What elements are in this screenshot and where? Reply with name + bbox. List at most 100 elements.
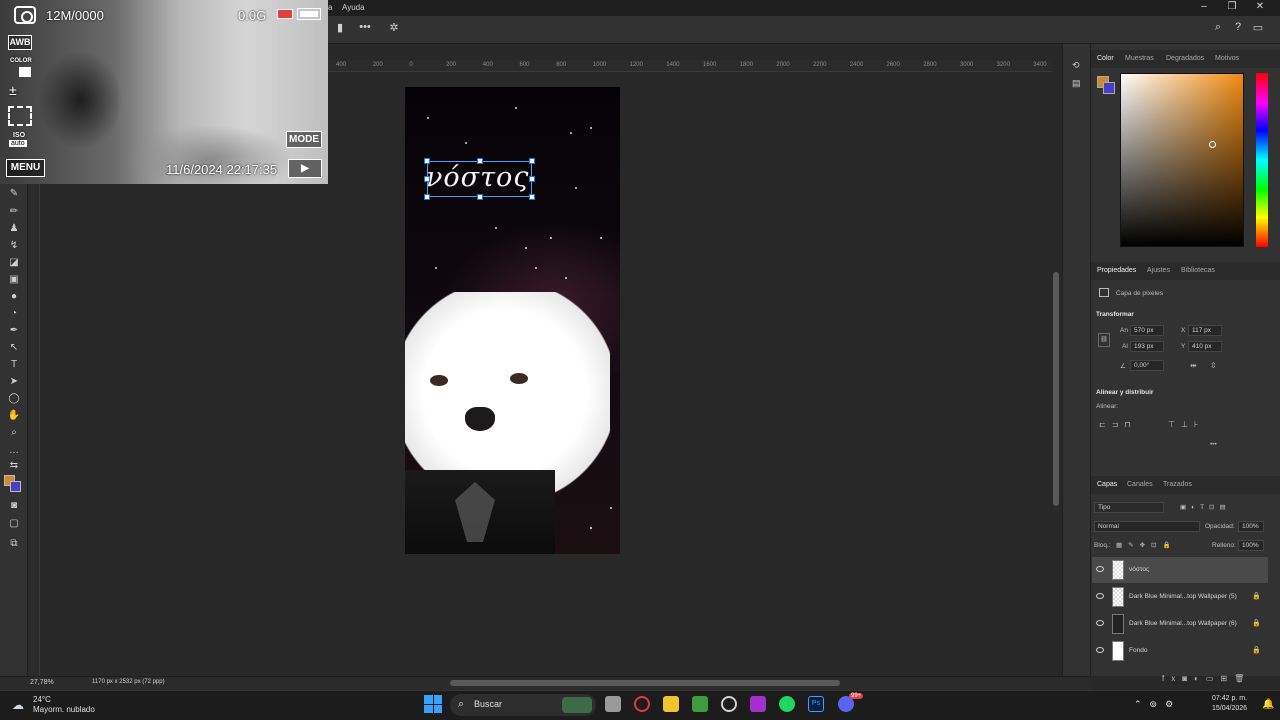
zoom-level[interactable]: 27,78% <box>30 679 54 686</box>
opacity-field[interactable]: 100% <box>1238 521 1264 532</box>
background-color-chip[interactable] <box>1103 82 1115 94</box>
menu-item-partial[interactable]: a <box>328 3 332 12</box>
transform-bounding-box[interactable] <box>424 158 535 200</box>
color-picker-field[interactable] <box>1120 73 1244 247</box>
swap-colors-icon[interactable]: ⇆ <box>5 458 23 474</box>
color-mode-icon[interactable] <box>19 67 31 77</box>
taskbar-search[interactable]: ⌕ Buscar <box>450 694 596 716</box>
transform-handle[interactable] <box>477 194 483 200</box>
restore-button[interactable]: ❐ <box>1218 1 1246 12</box>
weather-temp[interactable]: 24°C <box>33 695 51 704</box>
flip-horizontal-icon[interactable]: ⇹ <box>1190 361 1197 370</box>
tab-layers[interactable]: Capas <box>1097 481 1117 488</box>
layer-row[interactable]: Dark Blue Minimal...top Wallpaper (5) 🔒 <box>1092 584 1268 610</box>
tab-patterns[interactable]: Motivos <box>1215 55 1239 62</box>
shape-tool-icon[interactable]: ◯ <box>5 391 23 407</box>
minecraft-icon[interactable] <box>692 696 708 712</box>
layer-row[interactable]: νόστος <box>1092 557 1268 583</box>
fill-field[interactable]: 100% <box>1238 540 1264 551</box>
minimize-button[interactable]: – <box>1190 1 1218 12</box>
blur-tool-icon[interactable]: ● <box>5 289 23 305</box>
more-options-button[interactable]: ••• <box>355 21 375 39</box>
y-field[interactable]: 410 px <box>1188 341 1222 352</box>
x-field[interactable]: 117 px <box>1188 325 1222 336</box>
windows-start-icon[interactable] <box>424 695 442 713</box>
direct-select-icon[interactable]: ➤ <box>5 374 23 390</box>
layer-filter-input[interactable]: Tipo <box>1094 502 1164 513</box>
pen-tool-icon[interactable]: ✒ <box>5 323 23 339</box>
transform-handle[interactable] <box>424 194 430 200</box>
dodge-tool-icon[interactable]: ◔ <box>5 306 23 322</box>
tab-channels[interactable]: Canales <box>1127 481 1153 488</box>
transform-handle[interactable] <box>529 194 535 200</box>
more-tools-icon[interactable]: … <box>5 443 23 459</box>
document-canvas[interactable] <box>405 87 620 554</box>
type-tool-icon[interactable]: T <box>5 357 23 373</box>
visibility-eye-icon[interactable] <box>1096 593 1104 599</box>
layer-name[interactable]: Dark Blue Minimal...top Wallpaper (5) <box>1129 593 1237 600</box>
clock-date[interactable]: 15/04/2026 <box>1212 705 1247 712</box>
play-icon[interactable]: ▶ <box>288 159 322 178</box>
opera-icon[interactable] <box>634 696 650 712</box>
transform-handle[interactable] <box>529 176 535 182</box>
eraser-tool-icon[interactable]: ◪ <box>5 255 23 271</box>
lock-buttons[interactable]: ▦✎✥⊡🔒 <box>1116 541 1177 549</box>
tab-swatches[interactable]: Muestras <box>1125 55 1154 62</box>
file-explorer-icon[interactable] <box>663 696 679 712</box>
weather-icon[interactable]: ☁ <box>12 698 24 712</box>
layer-name[interactable]: νόστος <box>1129 566 1149 573</box>
awb-badge[interactable]: AWB <box>8 35 32 50</box>
gear-icon[interactable]: ✲ <box>384 21 404 39</box>
document-info[interactable]: 1170 px x 2532 px (72 ppp) <box>92 679 165 685</box>
color-picker-cursor[interactable] <box>1209 141 1216 148</box>
clock-time[interactable]: 07:42 p. m. <box>1212 695 1247 702</box>
transform-handle[interactable] <box>529 158 535 164</box>
layer-row[interactable]: Dark Blue Minimal...top Wallpaper (6) 🔒 <box>1092 611 1268 637</box>
layer-name[interactable]: Dark Blue Minimal...top Wallpaper (6) <box>1129 620 1237 627</box>
layer-action-buttons[interactable]: fx◙◐▭⊞🗑 <box>1162 674 1251 683</box>
focus-frame-icon[interactable] <box>8 106 32 126</box>
width-field[interactable]: 570 px <box>1130 325 1164 336</box>
task-view-icon[interactable] <box>605 696 621 712</box>
menu-button[interactable]: MENU <box>6 159 45 177</box>
horizontal-scrollbar[interactable] <box>450 680 840 686</box>
visibility-eye-icon[interactable] <box>1096 620 1104 626</box>
tab-properties[interactable]: Propiedades <box>1097 267 1136 274</box>
stamp-tool-icon[interactable]: ♟ <box>5 221 23 237</box>
flip-vertical-icon[interactable]: ⇳ <box>1210 361 1217 370</box>
hand-tool-icon[interactable]: ✋ <box>5 408 23 424</box>
comments-icon[interactable]: ▤ <box>1072 78 1081 89</box>
camera-icon[interactable] <box>14 6 36 24</box>
steam-icon[interactable] <box>721 696 737 712</box>
menu-item-help[interactable]: Ayuda <box>342 3 365 12</box>
brush-tool-icon[interactable]: ✎ <box>5 186 23 202</box>
extras-icon[interactable]: ⧉ <box>5 536 23 552</box>
gradient-tool-icon[interactable]: ▣ <box>5 272 23 288</box>
screen-mode-icon[interactable]: ▢ <box>5 516 23 532</box>
angle-field[interactable]: 0,00° <box>1130 360 1164 371</box>
tab-libraries[interactable]: Bibliotecas <box>1181 267 1215 274</box>
notification-bell-icon[interactable]: 🔔 <box>1262 699 1274 710</box>
quick-mask-icon[interactable]: ◙ <box>5 498 23 514</box>
layer-row[interactable]: Fondo 🔒 <box>1092 638 1268 664</box>
tab-color[interactable]: Color <box>1097 55 1114 62</box>
transform-handle[interactable] <box>424 158 430 164</box>
align-buttons[interactable]: ⊏⊐⊓ <box>1099 420 1137 429</box>
pencil-tool-icon[interactable]: ✏ <box>5 204 23 220</box>
blend-mode-select[interactable]: Normal <box>1094 521 1200 532</box>
visibility-eye-icon[interactable] <box>1096 647 1104 653</box>
close-button[interactable]: ✕ <box>1246 1 1274 12</box>
more-align-options[interactable]: ••• <box>1210 441 1217 448</box>
history-icon[interactable]: ⟲ <box>1072 60 1080 71</box>
link-icon[interactable]: ⛓ <box>1098 333 1110 347</box>
transform-handle[interactable] <box>477 158 483 164</box>
tab-adjustments[interactable]: Ajustes <box>1147 267 1170 274</box>
onenote-icon[interactable] <box>750 696 766 712</box>
tab-paths[interactable]: Trazados <box>1163 481 1192 488</box>
vertical-scrollbar[interactable] <box>1053 272 1059 506</box>
mode-button[interactable]: MODE <box>286 131 322 148</box>
align-option-icon[interactable]: ▮ <box>330 21 350 39</box>
align-heading[interactable]: Alinear y distribuir <box>1096 389 1153 396</box>
background-color-swatch[interactable] <box>10 481 21 492</box>
zoom-tool-icon[interactable]: ⌕ <box>5 425 23 441</box>
